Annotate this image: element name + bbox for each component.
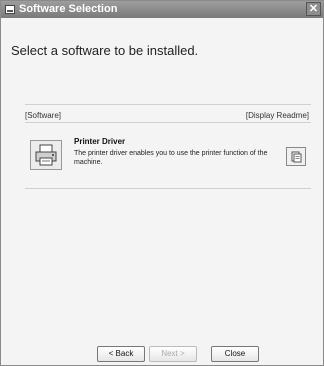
close-window-button[interactable]: ✕ bbox=[306, 2, 321, 16]
close-button[interactable]: Close bbox=[211, 346, 259, 362]
header-divider-top bbox=[25, 104, 311, 105]
software-column-header: [Software] bbox=[25, 111, 62, 120]
display-readme-button[interactable] bbox=[286, 147, 306, 166]
printer-icon bbox=[35, 144, 57, 166]
item-divider bbox=[25, 188, 311, 189]
software-item-title: Printer Driver bbox=[74, 137, 126, 146]
window-title: Software Selection bbox=[19, 3, 118, 15]
header-divider-bottom bbox=[25, 122, 311, 123]
close-icon: ✕ bbox=[308, 3, 319, 15]
page-heading: Select a software to be installed. bbox=[11, 43, 199, 58]
readme-document-icon bbox=[291, 151, 302, 162]
software-item-description: The printer driver enables you to use th… bbox=[74, 150, 268, 166]
back-button[interactable]: < Back bbox=[97, 346, 145, 362]
app-icon bbox=[5, 5, 15, 14]
printer-driver-install-button[interactable] bbox=[30, 140, 62, 170]
display-readme-column-header: [Display Readme] bbox=[245, 111, 309, 120]
title-bar: Software Selection ✕ bbox=[1, 1, 323, 18]
software-selection-window: Software Selection ✕ Select a software t… bbox=[0, 0, 324, 366]
next-button[interactable]: Next > bbox=[149, 346, 197, 362]
